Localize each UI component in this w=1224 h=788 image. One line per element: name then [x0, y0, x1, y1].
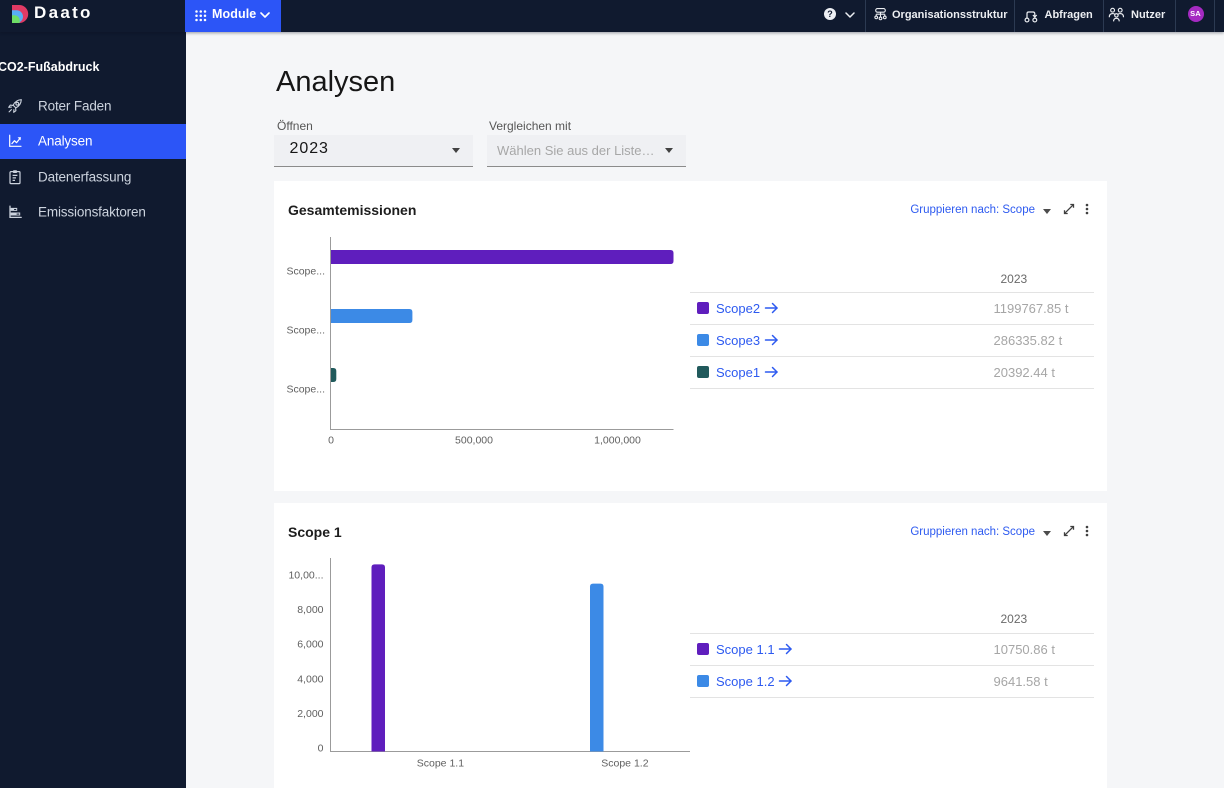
svg-text:0: 0: [318, 743, 324, 755]
svg-text:10,00...: 10,00...: [288, 570, 323, 582]
svg-text:Scope...: Scope...: [286, 325, 325, 337]
svg-text:Scope...: Scope...: [286, 266, 325, 278]
svg-text:4,000: 4,000: [297, 673, 323, 685]
svg-text:1,000,000: 1,000,000: [594, 435, 641, 447]
svg-text:8,000: 8,000: [297, 604, 323, 616]
svg-text:Scope...: Scope...: [286, 384, 325, 396]
svg-text:500,000: 500,000: [455, 435, 493, 447]
svg-text:Scope 1.2: Scope 1.2: [601, 758, 648, 770]
svg-text:Scope 1.1: Scope 1.1: [417, 758, 464, 770]
svg-text:2,000: 2,000: [297, 708, 323, 720]
svg-text:6,000: 6,000: [297, 639, 323, 651]
svg-text:0: 0: [328, 435, 334, 447]
